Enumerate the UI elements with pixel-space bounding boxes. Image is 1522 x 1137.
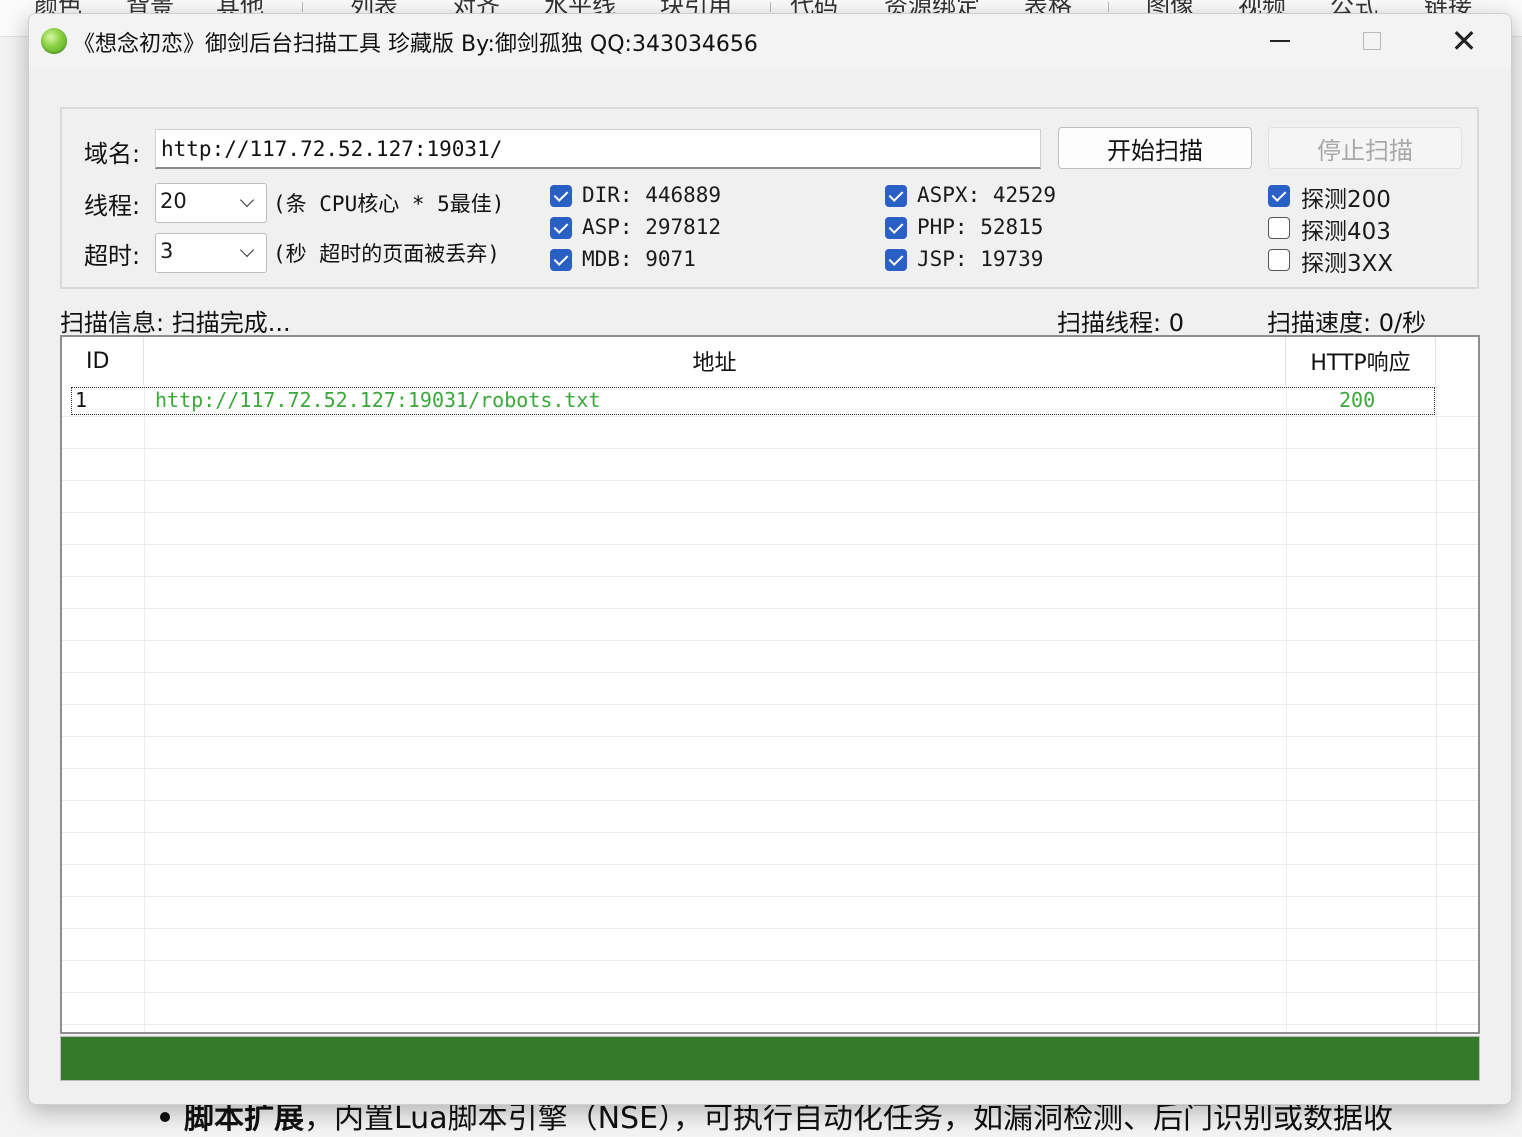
start-scan-button[interactable]: 开始扫描 xyxy=(1058,127,1252,169)
stop-scan-button[interactable]: 停止扫描 xyxy=(1268,127,1462,169)
probe-3xx-checkbox[interactable] xyxy=(1268,249,1290,271)
column-divider xyxy=(1436,385,1437,1032)
probe-200-label: 探测200 xyxy=(1301,187,1391,213)
table-row xyxy=(62,545,1478,577)
table-row xyxy=(62,897,1478,929)
timeout-value: 3 xyxy=(160,239,174,263)
minimize-button[interactable] xyxy=(1234,14,1326,68)
probe-200-checkbox[interactable] xyxy=(1268,185,1290,207)
table-row xyxy=(62,417,1478,449)
probe-403-checkbox[interactable] xyxy=(1268,217,1290,239)
mdb-checkbox[interactable] xyxy=(550,249,572,271)
asp-label: ASP: 297812 xyxy=(582,215,722,239)
table-row xyxy=(62,769,1478,801)
bullet-dot xyxy=(160,1111,170,1122)
maximize-icon xyxy=(1363,32,1381,50)
table-row xyxy=(62,641,1478,673)
domain-input[interactable] xyxy=(155,129,1041,169)
aspx-label: ASPX: 42529 xyxy=(917,183,1057,207)
chevron-down-icon xyxy=(239,192,255,208)
timeout-select[interactable]: 3 xyxy=(155,233,267,273)
column-divider xyxy=(144,385,145,1032)
jsp-label: JSP: 19739 xyxy=(917,247,1044,271)
aspx-checkbox[interactable] xyxy=(885,185,907,207)
chevron-down-icon xyxy=(239,242,255,258)
timeout-hint: (秒 超时的页面被丢弃) xyxy=(273,242,500,266)
jsp-checkbox[interactable] xyxy=(885,249,907,271)
table-row xyxy=(62,673,1478,705)
table-row xyxy=(62,961,1478,993)
table-row xyxy=(62,833,1478,865)
title-bar[interactable]: 《想念初恋》御剑后台扫描工具 珍藏版 By:御剑孤独 QQ:343034656 … xyxy=(29,14,1511,68)
table-row xyxy=(62,609,1478,641)
domain-label: 域名: xyxy=(84,140,141,168)
probe-403-label: 探测403 xyxy=(1301,219,1391,245)
minimize-icon xyxy=(1270,40,1290,42)
mdb-label: MDB: 9071 xyxy=(582,247,696,271)
asp-checkbox[interactable] xyxy=(550,217,572,239)
results-header: ID 地址 HTTP响应 xyxy=(62,337,1478,385)
column-header-id[interactable]: ID xyxy=(62,337,144,385)
bullet-bold-text: 脚本扩展 xyxy=(184,1101,304,1136)
bullet-text: ，内置Lua脚本引擎（NSE），可执行自动化任务，如漏洞检测、后门识别或数据收 xyxy=(304,1101,1394,1136)
bg-separator xyxy=(1108,2,1109,12)
table-row xyxy=(62,865,1478,897)
timeout-label: 超时: xyxy=(84,242,141,270)
table-row xyxy=(62,513,1478,545)
close-icon: ✕ xyxy=(1450,22,1478,60)
table-row xyxy=(62,801,1478,833)
table-row xyxy=(62,737,1478,769)
column-header-url[interactable]: 地址 xyxy=(144,337,1286,385)
bg-separator xyxy=(302,2,303,12)
result-id: 1 xyxy=(75,388,88,412)
progress-fill xyxy=(61,1037,1479,1080)
scan-threads-text: 扫描线程: 0 xyxy=(1057,309,1184,337)
table-row xyxy=(62,577,1478,609)
threads-label: 线程: xyxy=(84,192,141,220)
threads-hint: (条 CPU核心 * 5最佳) xyxy=(273,192,505,216)
table-row xyxy=(62,449,1478,481)
dir-checkbox[interactable] xyxy=(550,185,572,207)
scan-info-text: 扫描信息: 扫描完成... xyxy=(60,309,291,337)
close-button[interactable]: ✕ xyxy=(1418,14,1510,68)
table-row xyxy=(62,993,1478,1025)
maximize-button[interactable] xyxy=(1326,14,1418,68)
result-http-code: 200 xyxy=(1339,388,1376,412)
threads-value: 20 xyxy=(160,189,187,213)
app-icon xyxy=(41,28,67,54)
scan-speed-text: 扫描速度: 0/秒 xyxy=(1267,309,1427,337)
result-url[interactable]: http://117.72.52.127:19031/robots.txt xyxy=(155,388,601,412)
probe-3xx-label: 探测3XX xyxy=(1301,251,1394,277)
table-row xyxy=(62,929,1478,961)
php-checkbox[interactable] xyxy=(885,217,907,239)
bg-separator xyxy=(770,2,771,12)
results-list[interactable]: ID 地址 HTTP响应 1 http://117.72.52.127:1903… xyxy=(60,335,1480,1034)
table-row xyxy=(62,481,1478,513)
scanner-window: 《想念初恋》御剑后台扫描工具 珍藏版 By:御剑孤独 QQ:343034656 … xyxy=(28,13,1512,1105)
dir-label: DIR: 446889 xyxy=(582,183,722,207)
scan-progress-bar xyxy=(60,1036,1480,1081)
table-row xyxy=(62,705,1478,737)
php-label: PHP: 52815 xyxy=(917,215,1044,239)
column-divider xyxy=(1286,385,1287,1032)
window-title: 《想念初恋》御剑后台扫描工具 珍藏版 By:御剑孤独 QQ:343034656 xyxy=(73,32,758,57)
threads-select[interactable]: 20 xyxy=(155,183,267,223)
column-header-http[interactable]: HTTP响应 xyxy=(1286,337,1436,385)
